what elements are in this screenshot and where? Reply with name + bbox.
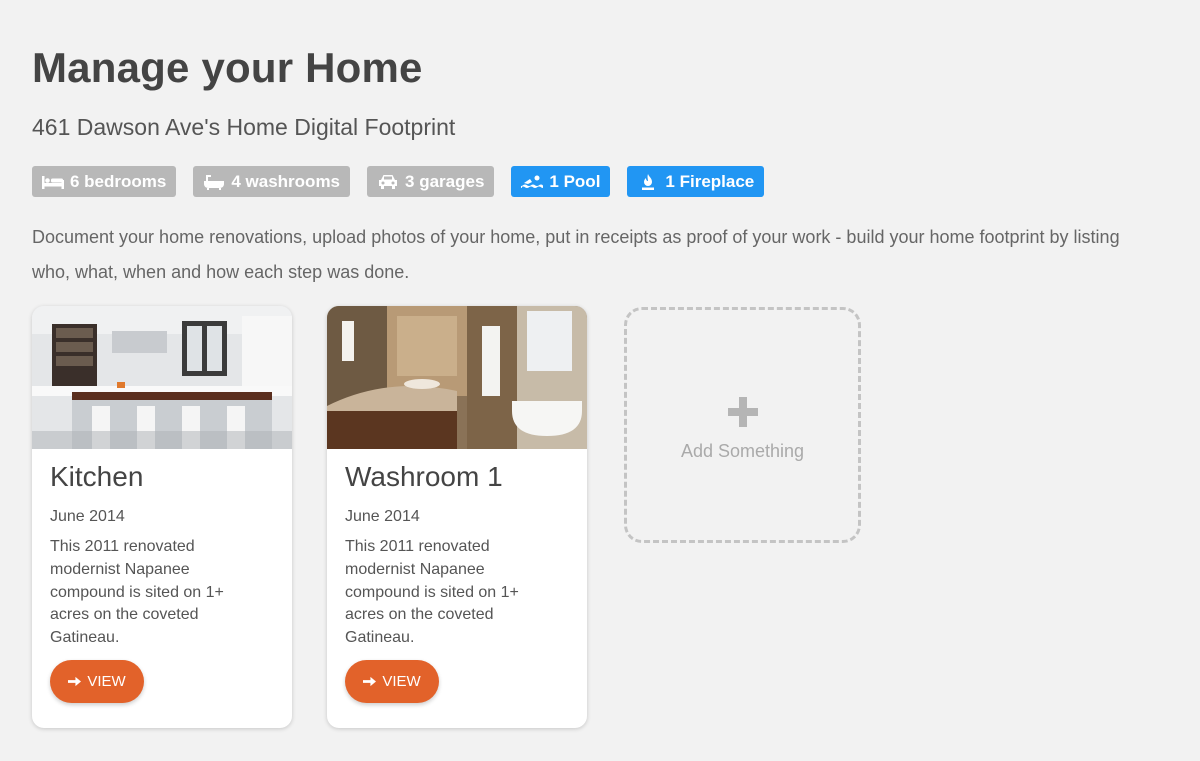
view-kitchen-button[interactable]: VIEW (50, 660, 144, 703)
badge-label: 6 bedrooms (70, 171, 167, 191)
card-description: This 2011 renovated modernist Napanee co… (345, 538, 519, 647)
card-body: Washroom 1 June 2014 This 2011 renovated… (327, 449, 587, 650)
add-something-tile[interactable]: Add Something (624, 307, 861, 543)
plus-icon (727, 396, 758, 427)
badge-garages: 3 garages (367, 166, 495, 197)
washroom-photo (327, 306, 587, 449)
view-washroom-button[interactable]: VIEW (345, 660, 439, 703)
page-subtitle: 461 Dawson Ave's Home Digital Footprint (32, 114, 456, 140)
badge-washrooms: 4 washrooms (193, 166, 351, 197)
kitchen-photo (32, 306, 292, 449)
button-label: VIEW (382, 673, 421, 690)
card-title: Washroom 1 (345, 461, 503, 492)
badge-bedrooms: 6 bedrooms (32, 166, 177, 197)
card-washroom-1: Washroom 1 June 2014 This 2011 renovated… (327, 306, 587, 728)
button-label: VIEW (87, 673, 126, 690)
card-date: June 2014 (50, 508, 125, 525)
badge-label: 4 washrooms (231, 171, 341, 191)
page-title: Manage your Home (32, 44, 423, 91)
badge-label: 1 Fireplace (665, 171, 755, 191)
badge-pool: 1 Pool (511, 166, 611, 197)
swimmer-icon (521, 175, 544, 188)
card-body: Kitchen June 2014 This 2011 renovated mo… (32, 449, 292, 650)
car-icon (379, 174, 398, 189)
card-date: June 2014 (345, 508, 420, 525)
bed-icon (42, 175, 64, 189)
home-features: 6 bedrooms 4 washrooms 3 garages 1 Pool … (32, 166, 765, 197)
badge-fireplace: 1 Fireplace (627, 166, 765, 197)
card-kitchen: Kitchen June 2014 This 2011 renovated mo… (32, 306, 292, 728)
card-title: Kitchen (50, 461, 144, 492)
arrow-right-icon (68, 676, 82, 687)
page-description: Document your home renovations, upload p… (32, 227, 1120, 282)
badge-label: 3 garages (405, 171, 485, 191)
card-description: This 2011 renovated modernist Napanee co… (50, 538, 224, 647)
badge-label: 1 Pool (549, 171, 601, 191)
add-something-label: Add Something (680, 440, 805, 461)
bathtub-icon (204, 174, 225, 190)
arrow-right-icon (363, 676, 377, 687)
fire-icon (642, 173, 655, 190)
